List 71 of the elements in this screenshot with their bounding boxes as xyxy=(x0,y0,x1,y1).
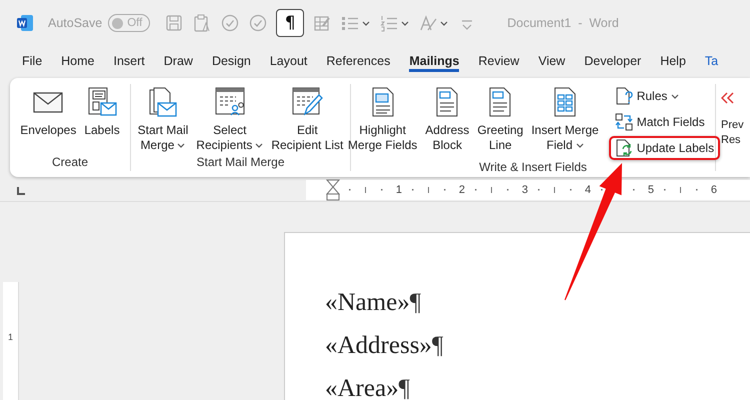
ribbon-button[interactable]: Edit Recipient List xyxy=(269,84,346,155)
ribbon-button[interactable]: Update Labels xyxy=(608,136,720,160)
ribbon-tab[interactable]: Ta xyxy=(704,50,718,72)
ribbon-button[interactable]: Prev Res xyxy=(721,84,744,171)
merge-field: «Address» xyxy=(325,332,432,359)
ruler-number: 6 xyxy=(710,184,717,196)
chevron-icon xyxy=(721,92,735,104)
ribbon-tab[interactable]: Design xyxy=(212,50,251,72)
autosave-label: AutoSave xyxy=(48,16,102,30)
ribbon-tab[interactable]: Insert xyxy=(114,50,145,72)
group-label: Start Mail Merge xyxy=(195,155,286,171)
ruler-number: 2 xyxy=(458,184,465,196)
ribbon-tab[interactable]: Help xyxy=(660,50,686,72)
ribbon-button[interactable]: Address Block xyxy=(423,84,472,160)
document-envelope-icon xyxy=(146,86,179,118)
rules-icon xyxy=(614,87,633,105)
ribbon-button[interactable]: Envelopes xyxy=(18,84,78,155)
caret-icon xyxy=(440,20,448,26)
ribbon-button[interactable]: Labels xyxy=(82,84,122,155)
group-label: Create xyxy=(50,155,90,171)
ribbon-tab[interactable]: Review xyxy=(478,50,520,72)
show-marks-button[interactable]: ¶ xyxy=(276,9,304,37)
word-logo-icon xyxy=(16,14,34,32)
ruler-number: 3 xyxy=(522,184,528,196)
merge-field: «Name» xyxy=(325,289,410,316)
pen-letter-icon[interactable] xyxy=(419,14,438,32)
ribbon-tab[interactable]: Draw xyxy=(164,50,193,72)
ribbon-tab[interactable]: Mailings xyxy=(409,50,460,72)
paragraph-mark: ¶ xyxy=(398,375,410,400)
ribbon-tab[interactable]: Layout xyxy=(270,50,308,72)
group-label: Write & Insert Fields xyxy=(478,160,588,176)
ribbon-button[interactable]: Start Mail Merge xyxy=(136,84,190,155)
ruler-number: 1 xyxy=(396,184,402,196)
ribbon-tab[interactable]: Developer xyxy=(584,50,642,72)
paragraph-mark: ¶ xyxy=(410,289,422,316)
ruler-number: 4 xyxy=(584,184,591,196)
ribbon-tab[interactable]: Home xyxy=(61,50,94,72)
check-circle-icon[interactable] xyxy=(249,14,268,32)
ruler-number: 1 xyxy=(8,332,13,342)
numbered-list-icon[interactable] xyxy=(380,14,398,32)
indent-marker-icon[interactable] xyxy=(326,179,340,201)
ribbon-button[interactable]: Select Recipients xyxy=(194,84,266,155)
ribbon-button[interactable]: Insert Merge Field xyxy=(529,84,601,160)
caret-icon xyxy=(671,94,680,98)
paragraph-mark: ¶ xyxy=(432,332,444,359)
match-fields-icon xyxy=(614,113,633,131)
merge-field: «Area» xyxy=(325,375,399,400)
caret-icon xyxy=(576,143,584,148)
caret-icon xyxy=(362,20,370,26)
caret-icon xyxy=(177,143,186,148)
check-circle-icon[interactable] xyxy=(221,14,240,32)
ribbon-button[interactable]: Highlight Merge Fields xyxy=(346,84,420,160)
save-icon[interactable] xyxy=(165,14,184,32)
caret-icon xyxy=(401,20,410,26)
ribbon-tab[interactable]: File xyxy=(22,50,42,72)
ribbon-tab[interactable]: References xyxy=(326,50,390,72)
ribbon-button[interactable]: Rules xyxy=(608,84,720,108)
recipients-icon xyxy=(214,86,246,118)
ribbon-tab[interactable]: View xyxy=(538,50,566,72)
ribbon-button[interactable]: Greeting Line xyxy=(475,84,526,160)
labels-icon xyxy=(86,86,118,118)
ribbon-button[interactable]: Match Fields xyxy=(608,110,720,134)
tab-selector-icon[interactable] xyxy=(16,186,26,194)
ruler-number: 5 xyxy=(648,184,654,196)
edit-list-icon xyxy=(291,86,324,118)
update-icon xyxy=(614,139,633,157)
table-edit-icon[interactable] xyxy=(313,14,332,32)
caret-icon xyxy=(255,143,264,148)
clipboard-icon[interactable] xyxy=(193,14,212,32)
bullet-list-icon[interactable] xyxy=(341,14,360,32)
window-title: Document1 - Word xyxy=(507,16,619,30)
